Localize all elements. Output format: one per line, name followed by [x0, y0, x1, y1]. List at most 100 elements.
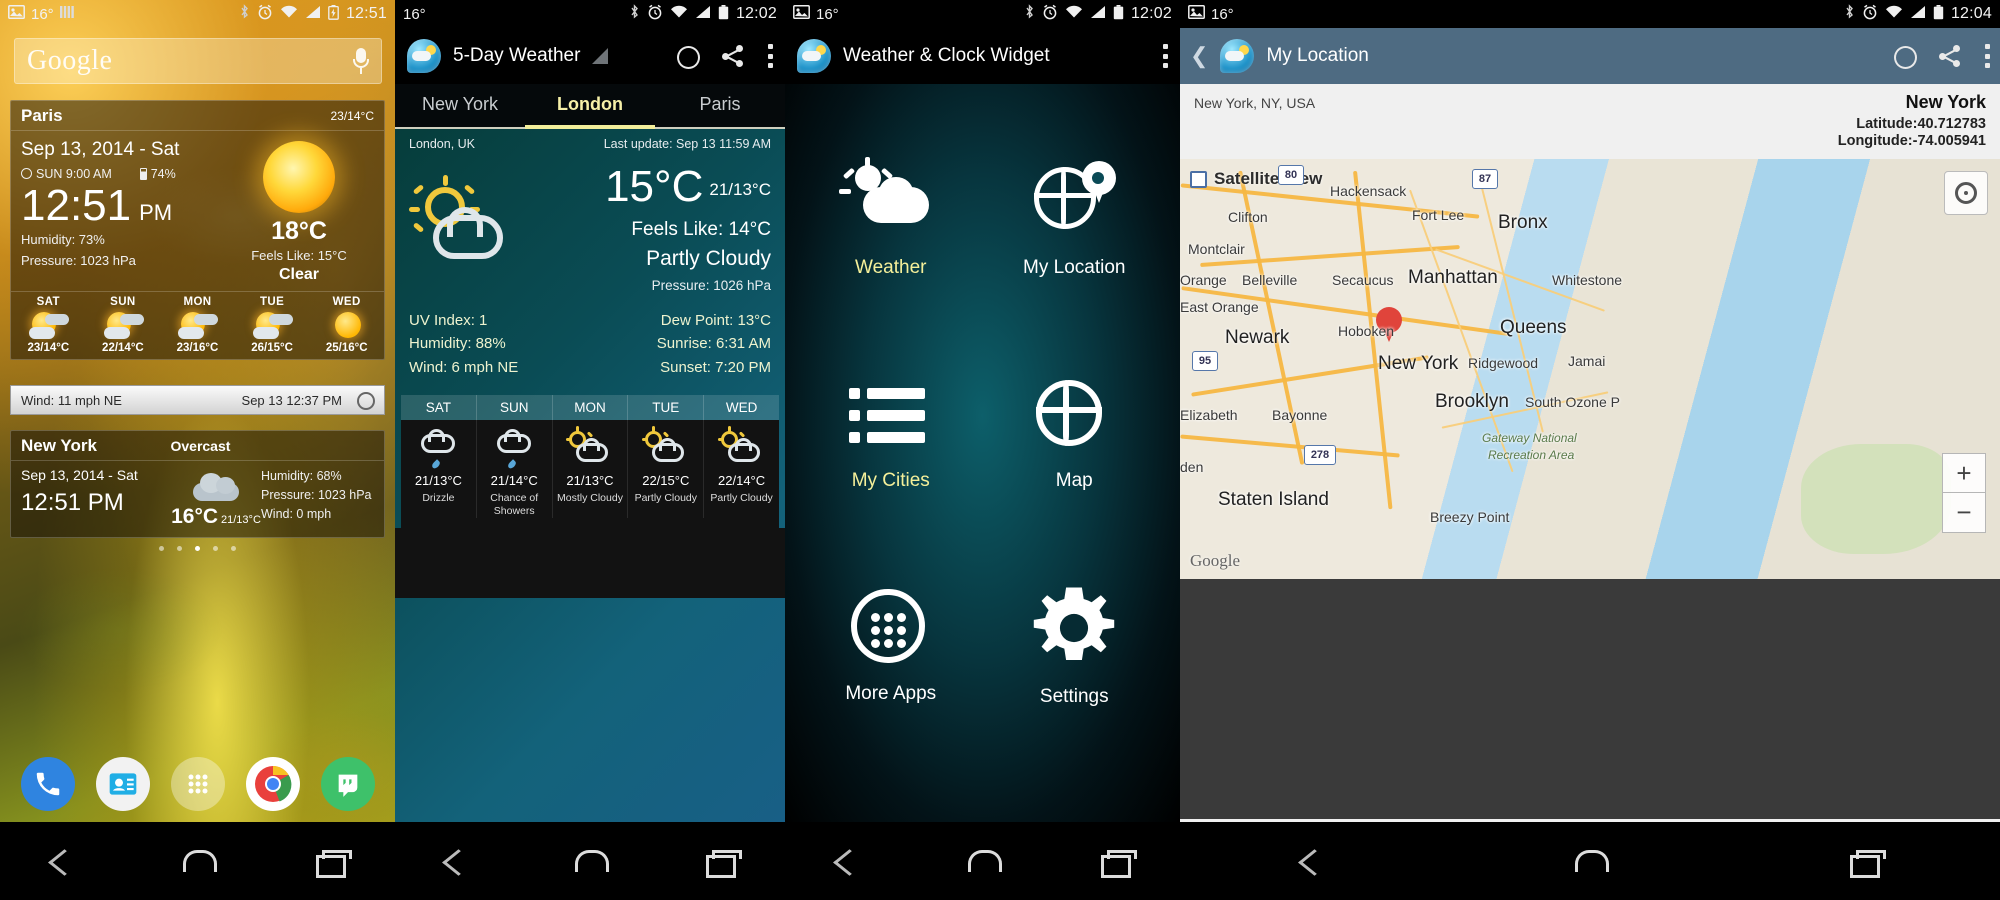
- nav-recents-button[interactable]: [1100, 850, 1137, 878]
- tab-paris[interactable]: Paris: [655, 84, 785, 127]
- dew-point: Dew Point: 13°C: [660, 312, 771, 329]
- panel-five-day-weather: 16° 12:02 5-Day Weather New York London …: [395, 0, 785, 900]
- google-search-bar[interactable]: Google: [14, 38, 382, 84]
- menu-item-settings[interactable]: Settings: [983, 539, 1167, 752]
- forecast-cell[interactable]: SAT 23/14°C: [11, 292, 86, 359]
- map-label: Breezy Point: [1430, 509, 1510, 525]
- homescreen-page-dots: [0, 546, 395, 551]
- share-icon[interactable]: [721, 44, 745, 68]
- nav-back-button[interactable]: [444, 848, 478, 874]
- resize-handle-icon[interactable]: [592, 48, 609, 64]
- zoom-out-button[interactable]: −: [1942, 493, 1986, 533]
- phone-icon[interactable]: [20, 757, 75, 811]
- forecast-temp: 21/13°C: [414, 472, 462, 488]
- status-bar-1: 16° 12:51: [0, 0, 395, 28]
- overflow-menu-icon[interactable]: [1984, 44, 1990, 68]
- menu-item-more-apps[interactable]: More Apps: [799, 539, 983, 752]
- location-address: New York, NY, USA: [1194, 95, 1316, 111]
- refresh-icon[interactable]: [675, 44, 700, 69]
- satellite-view-label: Satellite View: [1214, 169, 1323, 188]
- signal-icon: [305, 5, 321, 23]
- forecast-temp: 22/14°C: [718, 472, 766, 488]
- menu-grid-body: Weather My Location My Cities Map More A…: [785, 84, 1180, 822]
- nav-back-button[interactable]: [1300, 848, 1334, 874]
- forecast-caption: Chance of Showers: [477, 491, 553, 518]
- nav-back-button[interactable]: [50, 848, 84, 874]
- app-drawer-icon[interactable]: [170, 757, 225, 811]
- refresh-icon[interactable]: [1892, 44, 1917, 69]
- image-icon: [793, 5, 810, 23]
- forecast-day-header: MON: [553, 394, 629, 420]
- page-dot[interactable]: [159, 546, 164, 551]
- ny-left-block: Sep 13, 2014 - Sat 12:51 PM: [21, 467, 171, 517]
- ny-date: Sep 13, 2014 - Sat: [21, 467, 138, 483]
- page-dot[interactable]: [231, 546, 236, 551]
- map-park-area: [1800, 443, 1951, 554]
- mic-icon[interactable]: [353, 48, 369, 74]
- nav-recents-button[interactable]: [315, 850, 352, 878]
- dock: [0, 748, 395, 820]
- map-label: den: [1180, 459, 1204, 475]
- menu-item-my-location[interactable]: My Location: [983, 114, 1167, 327]
- paris-wind-bar[interactable]: Wind: 11 mph NE Sep 13 12:37 PM: [10, 385, 385, 415]
- nav-home-button[interactable]: [574, 850, 609, 872]
- tab-london[interactable]: London: [525, 84, 655, 127]
- map-label: Secaucus: [1332, 272, 1394, 288]
- checkbox-icon[interactable]: [1190, 170, 1207, 188]
- cloudy-icon: [189, 471, 243, 505]
- newyork-weather-widget[interactable]: New York Overcast Sep 13, 2014 - Sat 12:…: [10, 430, 385, 538]
- forecast-cell[interactable]: 21/13°C: [553, 419, 629, 492]
- battery-icon: [328, 4, 339, 24]
- gps-crosshair-icon: [1955, 182, 1977, 204]
- forecast-cell[interactable]: TUE 26/15°C: [235, 292, 310, 359]
- bluetooth-icon: [239, 4, 250, 24]
- app-title-3: Weather & Clock Widget: [843, 45, 1050, 66]
- nav-back-button[interactable]: [835, 848, 869, 874]
- forecast-cell[interactable]: SUN 22/14°C: [86, 292, 161, 359]
- forecast-cell[interactable]: 21/14°C: [477, 419, 553, 492]
- map-label: Belleville: [1242, 272, 1298, 288]
- forecast-cell[interactable]: MON 23/16°C: [160, 292, 235, 359]
- nav-bar-3: [785, 822, 1180, 900]
- back-chevron-icon[interactable]: ❮: [1190, 43, 1208, 69]
- status-temp-3: 16°: [816, 5, 839, 23]
- forecast-cell[interactable]: 21/13°C: [401, 419, 477, 492]
- map-label: Newark: [1225, 327, 1290, 348]
- app-logo-icon: [1220, 39, 1255, 73]
- menu-item-map[interactable]: Map: [983, 327, 1167, 540]
- nav-home-button[interactable]: [1574, 850, 1609, 872]
- app-title-2: 5-Day Weather: [453, 45, 581, 66]
- share-icon[interactable]: [1938, 44, 1962, 68]
- tab-new-york[interactable]: New York: [395, 84, 525, 127]
- partly-cloudy-icon: [102, 310, 144, 340]
- page-dot-active[interactable]: [195, 546, 200, 551]
- menu-item-weather[interactable]: Weather: [799, 114, 983, 327]
- my-location-button[interactable]: [1944, 171, 1988, 215]
- image-icon: [1188, 5, 1205, 23]
- last-update: Last update: Sep 13 11:59 AM: [603, 137, 771, 151]
- overflow-menu-icon[interactable]: [1162, 44, 1168, 68]
- map-view[interactable]: Satellite View Hackensack Clifton Fort L…: [1180, 159, 2000, 579]
- forecast-cell[interactable]: 22/15°C: [628, 419, 705, 492]
- nav-recents-button[interactable]: [1849, 850, 1886, 878]
- alarm-icon: [647, 4, 663, 24]
- ny-wind: Wind: 0 mph: [261, 506, 332, 521]
- paris-range: 23/14°C: [330, 109, 375, 123]
- nav-home-button[interactable]: [967, 850, 1002, 872]
- forecast-cell[interactable]: 22/14°C: [704, 420, 779, 492]
- messages-icon[interactable]: [95, 757, 150, 811]
- page-dot[interactable]: [177, 546, 182, 551]
- nav-home-button[interactable]: [182, 850, 217, 872]
- refresh-icon[interactable]: [356, 391, 375, 410]
- forecast-temp: 22/15°C: [642, 472, 690, 488]
- paris-weather-widget[interactable]: Paris 23/14°C Sep 13, 2014 - Sat SUN 9:0…: [10, 100, 385, 360]
- forecast-cell[interactable]: WED 25/16°C: [309, 292, 384, 359]
- menu-item-my-cities[interactable]: My Cities: [799, 327, 983, 540]
- status-bar-4: 16° 12:04: [1180, 0, 2000, 28]
- nav-recents-button[interactable]: [706, 850, 743, 878]
- overflow-menu-icon[interactable]: [767, 44, 773, 68]
- zoom-in-button[interactable]: +: [1942, 453, 1986, 493]
- page-dot[interactable]: [213, 546, 218, 551]
- chrome-icon[interactable]: [245, 757, 300, 811]
- hangouts-icon[interactable]: [320, 757, 375, 811]
